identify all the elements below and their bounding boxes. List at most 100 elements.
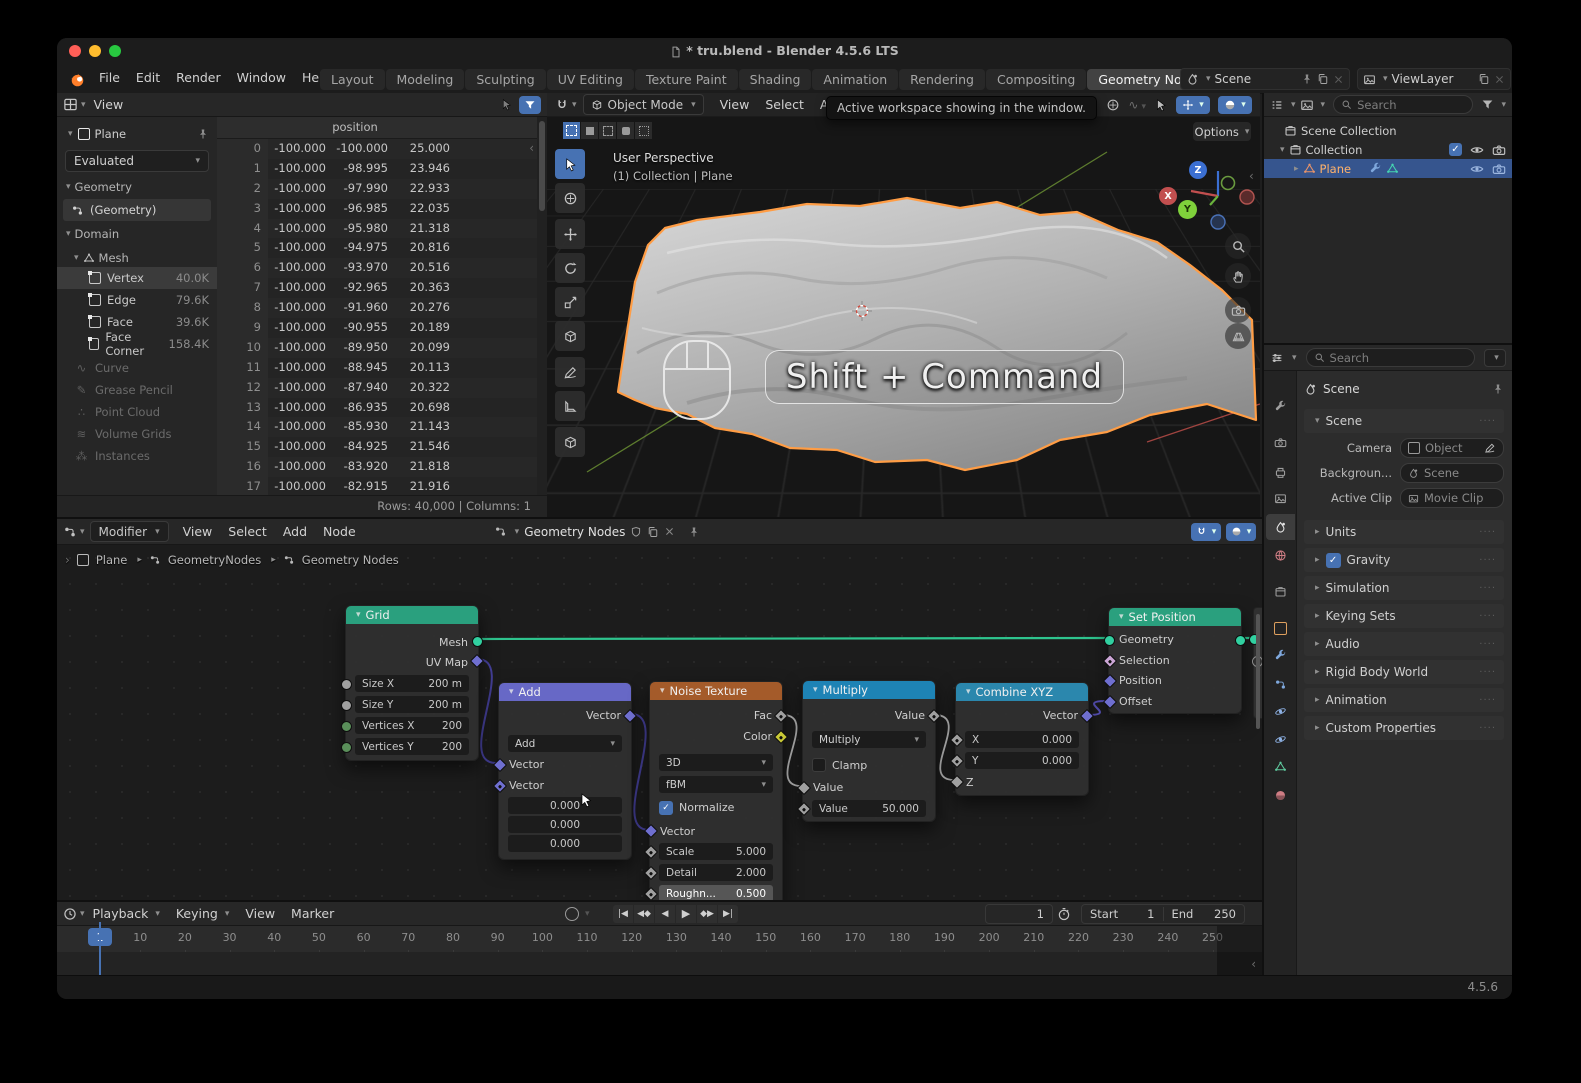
socket-out-geometry[interactable] [1235, 635, 1246, 646]
zoom-button[interactable] [1225, 233, 1251, 259]
menu-edit[interactable]: Edit [128, 68, 168, 88]
navigation-gizmo[interactable] [1167, 148, 1260, 238]
tab-constraints[interactable] [1266, 726, 1295, 752]
tool-measure[interactable] [555, 391, 585, 421]
tab-collection[interactable] [1266, 578, 1295, 604]
pin-icon[interactable] [1301, 73, 1313, 85]
tab-render[interactable] [1266, 429, 1295, 455]
axis-x-handle[interactable]: X [1159, 187, 1177, 205]
tab-physics[interactable] [1266, 698, 1295, 724]
snapping-toggle-button[interactable]: ▾ [1191, 522, 1221, 541]
menu-file[interactable]: File [91, 68, 128, 88]
node-grid[interactable]: ▾ Grid Mesh UV Map Size X 200 m Size Y 200 … [341, 605, 485, 761]
table-row[interactable]: 17 -100.000 -82.915 21.916 [217, 477, 537, 496]
menu-view[interactable]: View [712, 95, 758, 115]
play-reverse-button[interactable]: ◀ [655, 904, 675, 923]
section-geometry[interactable]: ▾ Geometry [57, 178, 217, 196]
domain-row-vertex[interactable]: Vertex 40.0K [57, 267, 217, 289]
menu-window[interactable]: Window [229, 68, 294, 88]
menu-playback[interactable]: Playback ▾ [85, 904, 168, 924]
tab-modifiers[interactable] [1266, 642, 1295, 668]
show-gizmo-icon[interactable] [1154, 98, 1168, 112]
socket-in-vertices-x[interactable] [341, 721, 352, 732]
table-row[interactable]: 9 -100.000 -90.955 20.189 [217, 318, 537, 338]
current-frame-field[interactable]: 1 [985, 903, 1053, 924]
table-row[interactable]: 7 -100.000 -92.965 20.363 [217, 278, 537, 299]
next-keyframe-button[interactable]: ◆▶ [697, 904, 717, 923]
node-set-position[interactable]: ▾ Set Position Geometry Selection Positio… [1102, 607, 1246, 714]
drag-handle-icon[interactable]: ···· [1479, 527, 1496, 538]
workspace-tab-compositing[interactable]: Compositing [986, 69, 1087, 90]
menu-render[interactable]: Render [168, 68, 229, 88]
menu-view[interactable]: View [86, 95, 132, 115]
eyedropper-icon[interactable] [1484, 442, 1496, 454]
table-row[interactable]: 4 -100.000 -95.980 21.318 [217, 218, 537, 239]
remove-viewlayer-icon[interactable] [1494, 74, 1505, 85]
modifier-wrench-icon[interactable] [1369, 162, 1382, 175]
spreadsheet-object-row[interactable]: ▾ Plane [57, 123, 217, 145]
select-circle-button[interactable] [599, 122, 616, 139]
toolbar-toggle-icon[interactable]: › [65, 553, 70, 567]
play-button[interactable]: ▶ [676, 904, 696, 923]
collection-checkbox[interactable]: ✓ [1449, 143, 1462, 156]
drag-handle-icon[interactable]: ···· [1479, 555, 1496, 566]
menu-keying[interactable]: Keying ▾ [168, 904, 238, 924]
workspace-tab-animation[interactable]: Animation [812, 69, 899, 90]
panel-keying-sets[interactable]: ▸ Keying Sets ···· [1304, 604, 1504, 628]
socket-in-size-x[interactable] [341, 679, 352, 690]
camera-field[interactable]: Object [1400, 438, 1504, 458]
tool-transform[interactable] [555, 321, 585, 351]
noise-dimensions-dropdown[interactable]: 3D ▾ [659, 754, 773, 771]
drag-handle-icon[interactable]: ···· [1479, 667, 1496, 678]
node-combine-xyz[interactable]: ▾ Combine XYZ Vector X 0.000 Y 0.000 Z [949, 682, 1095, 796]
timeline-track-area[interactable] [57, 952, 1262, 975]
tab-tool[interactable] [1266, 393, 1295, 419]
shading-mode-button[interactable]: ▾ [1218, 95, 1252, 114]
panel-animation[interactable]: ▸ Animation ···· [1304, 688, 1504, 712]
axis-neg-z-handle[interactable] [1210, 214, 1226, 230]
vector-z-field[interactable]: 0.000 [508, 797, 622, 814]
node-math-multiply[interactable]: ▾ Multiply Value Multiply ▾ Clamp Value Va… [796, 680, 942, 822]
table-row[interactable]: 5 -100.000 -94.975 20.816 [217, 238, 537, 259]
breadcrumb-object[interactable]: Plane [96, 553, 128, 567]
socket-in-size-y[interactable] [341, 700, 352, 711]
section-domain[interactable]: ▾ Domain [57, 225, 217, 243]
table-row[interactable]: 2 -100.000 -97.990 22.933 [217, 178, 537, 199]
options-dropdown[interactable]: Options ▾ [1193, 122, 1251, 141]
spreadsheet-scrollbar[interactable] [537, 117, 547, 496]
unlink-tree-icon[interactable] [664, 526, 675, 537]
outliner-row-plane[interactable]: ▸ Plane [1264, 159, 1512, 178]
multiply-value-field[interactable]: Value 50.000 [812, 800, 926, 817]
noise-type-dropdown[interactable]: fBM ▾ [659, 776, 773, 793]
tool-add-primitive[interactable] [555, 427, 585, 457]
workspace-tab-rendering[interactable]: Rendering [899, 69, 985, 90]
overlays-toggle-button[interactable]: ▾ [1176, 95, 1210, 114]
camera-view-button[interactable] [1225, 297, 1251, 323]
tab-object[interactable] [1266, 615, 1295, 641]
workspace-tab-uv-editing[interactable]: UV Editing [546, 69, 634, 90]
workspace-tab-modeling[interactable]: Modeling [385, 69, 465, 90]
combine-y-field[interactable]: Y 0.000 [965, 752, 1079, 769]
tool-cursor[interactable] [555, 183, 585, 213]
menu-node[interactable]: Node [315, 522, 364, 542]
noise-roughness-field[interactable]: Roughn... 0.500 [659, 885, 773, 900]
table-row[interactable]: 11 -100.000 -88.945 20.113 [217, 357, 537, 378]
menu-view[interactable]: View [237, 904, 283, 924]
pin-icon[interactable] [197, 128, 209, 140]
collapse-arrow-icon[interactable]: ‹ [1251, 957, 1256, 971]
select-tweak-button[interactable] [581, 122, 598, 139]
select-paint-button[interactable] [635, 122, 652, 139]
clamp-checkbox[interactable] [812, 758, 826, 772]
tool-rotate[interactable] [555, 253, 585, 283]
new-scene-icon[interactable] [1317, 73, 1329, 85]
display-mode-icon[interactable] [1300, 98, 1314, 112]
table-row[interactable]: 10 -100.000 -89.950 20.099 [217, 337, 537, 358]
axis-y-handle[interactable]: Y [1178, 200, 1197, 219]
tool-annotate[interactable] [555, 357, 585, 387]
properties-options-button[interactable]: ▾ [1484, 348, 1506, 367]
node-editor-scrollbar[interactable] [1256, 614, 1260, 729]
start-frame-field[interactable]: Start 1 [1082, 906, 1164, 921]
sidebar-collapse-icon[interactable]: ‹ [1249, 169, 1254, 183]
drag-handle-icon[interactable]: ···· [1479, 611, 1496, 622]
combine-x-field[interactable]: X 0.000 [965, 731, 1079, 748]
